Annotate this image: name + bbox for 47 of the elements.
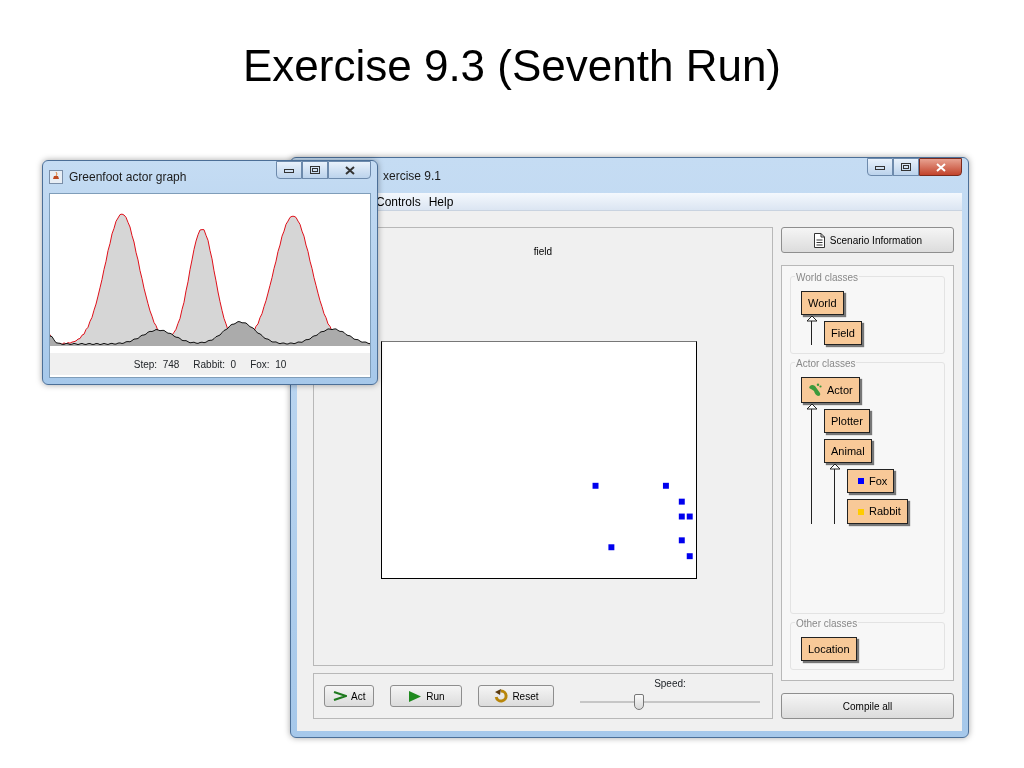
close-button[interactable] (328, 161, 371, 179)
control-button[interactable]: Act (324, 685, 375, 707)
world-title: field (533, 245, 553, 259)
fox-marker (678, 537, 685, 544)
class-box[interactable]: Plotter (824, 409, 870, 434)
compile-all-button[interactable]: Compile all (781, 693, 954, 719)
minimize-icon (284, 166, 294, 174)
status-text: Rabbit: 0 (193, 357, 237, 372)
fox-marker (662, 482, 669, 489)
status-text: Step: 748 (133, 357, 180, 372)
close-icon (344, 165, 355, 175)
maximize-button[interactable] (893, 158, 919, 176)
control-button[interactable]: Reset (478, 685, 555, 707)
reset-icon (494, 689, 509, 703)
document-icon (812, 232, 826, 248)
maximize-icon (310, 166, 320, 174)
class-box[interactable]: Rabbit (847, 499, 908, 524)
speed-label: Speed: (654, 676, 686, 691)
window-title: xercise 9.1 (383, 167, 442, 185)
minimize-icon (875, 163, 885, 171)
class-box[interactable]: Fox (847, 469, 895, 494)
app-icon (49, 170, 63, 184)
control-button[interactable]: Run (390, 685, 463, 707)
class-box[interactable]: Field (824, 321, 862, 346)
class-box[interactable]: Actor (801, 377, 860, 404)
class-box[interactable]: Location (801, 636, 857, 661)
slide-title: Exercise 9.3 (Seventh Run) (241, 40, 782, 92)
chevron-icon (333, 690, 347, 702)
close-button[interactable] (919, 158, 962, 176)
footprint-icon (808, 383, 822, 398)
maximize-icon (901, 163, 911, 171)
class-box[interactable]: World (801, 291, 844, 316)
fox-marker (686, 553, 693, 560)
fox-marker (592, 482, 599, 489)
fox-marker (608, 544, 615, 551)
fox-marker (678, 498, 685, 505)
close-icon (935, 162, 946, 172)
menu-item[interactable]: Help (427, 192, 455, 211)
minimize-button[interactable] (276, 161, 302, 179)
slider-thumb[interactable] (634, 693, 645, 710)
minimize-button[interactable] (867, 158, 893, 176)
maximize-button[interactable] (302, 161, 328, 179)
window-title: Greenfoot actor graph (69, 169, 187, 186)
status-text: Fox: 10 (250, 357, 287, 372)
class-box[interactable]: Animal (824, 439, 872, 464)
scenario-information-button[interactable]: Scenario Information (781, 227, 954, 253)
play-icon (408, 689, 423, 703)
